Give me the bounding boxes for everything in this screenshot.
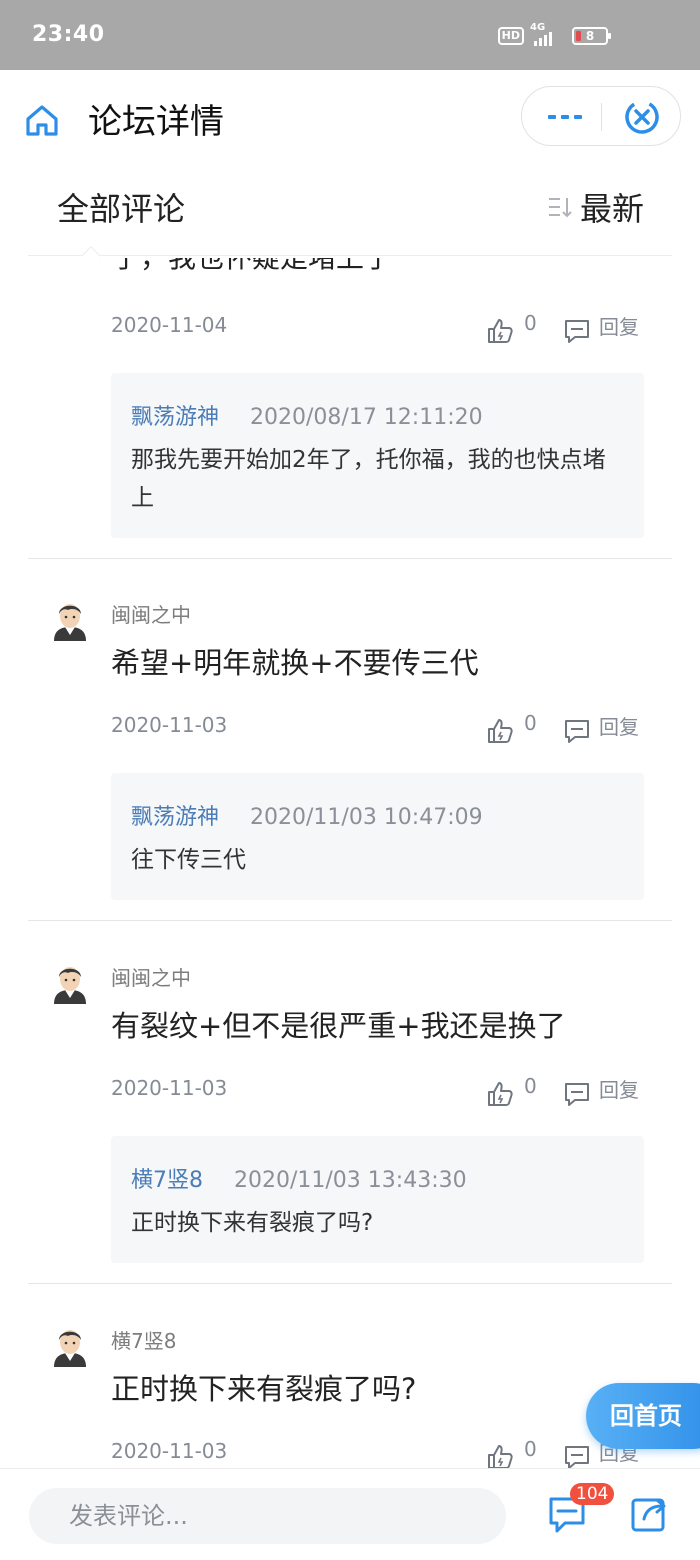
mini-program-capsule xyxy=(521,86,681,146)
nav-bar: 论坛详情 xyxy=(0,70,700,164)
capsule-divider xyxy=(601,103,602,131)
page-title: 论坛详情 xyxy=(88,102,224,142)
reply-text: 往下传三代 xyxy=(131,847,246,873)
reply-author[interactable]: 飘荡游神 xyxy=(131,405,219,430)
comment-divider xyxy=(28,1283,672,1284)
bottom-bar: 104 xyxy=(0,1468,700,1560)
like-count: 0 xyxy=(524,311,537,335)
comment-divider xyxy=(28,920,672,921)
reply-button[interactable]: 回复 xyxy=(563,1074,639,1108)
battery-level: 8 xyxy=(585,29,595,43)
share-icon[interactable] xyxy=(628,1491,672,1535)
comment-date: 2020-11-03 xyxy=(111,1076,228,1100)
comment-divider xyxy=(28,558,672,559)
thumbs-up-icon xyxy=(488,719,513,743)
thumbs-up-icon xyxy=(488,1082,513,1106)
signal-icon: 4G xyxy=(530,22,560,46)
all-comments-title: 全部评论 xyxy=(57,190,186,228)
sort-button[interactable]: 最新 xyxy=(546,184,644,230)
reply-header: 横7竖8 2020/11/03 13:43:30 xyxy=(131,1162,467,1194)
reply-author[interactable]: 横7竖8 xyxy=(131,1168,203,1193)
reply-text: 那我先要开始加2年了，托你福，我的也快点堵上 xyxy=(131,447,606,511)
reply-header: 飘荡游神 2020/08/17 12:11:20 xyxy=(131,399,483,431)
close-icon[interactable] xyxy=(622,97,662,137)
reply-icon xyxy=(565,720,589,743)
like-button[interactable]: 0 xyxy=(486,311,537,345)
comments-header: 全部评论 最新 xyxy=(0,164,700,266)
comment-input[interactable] xyxy=(29,1488,506,1544)
reply-icon xyxy=(565,320,589,343)
reply-button[interactable]: 回复 xyxy=(563,711,639,745)
like-count: 0 xyxy=(524,1437,537,1461)
comment-author[interactable]: 闽闽之中 xyxy=(111,599,191,628)
reply-time: 2020/11/03 13:43:30 xyxy=(234,1168,467,1193)
reply-text: 正时换下来有裂痕了吗? xyxy=(131,1210,374,1236)
comment-content: 正时换下来有裂痕了吗? xyxy=(111,1372,417,1406)
thumbs-up-icon xyxy=(488,319,513,343)
comment-content: 有裂纹+但不是很严重+我还是换了 xyxy=(111,1009,566,1043)
reply-button[interactable]: 回复 xyxy=(563,311,639,345)
like-count: 0 xyxy=(524,1074,537,1098)
comment-count-badge: 104 xyxy=(570,1483,615,1505)
status-icons: HD 4G 8 xyxy=(497,22,611,46)
reply-label: 回复 xyxy=(599,1078,639,1102)
more-icon[interactable] xyxy=(544,103,586,131)
sort-label: 最新 xyxy=(579,190,644,228)
status-time: 23:40 xyxy=(32,22,105,47)
status-bar: 23:40 HD 4G 8 xyxy=(0,0,700,70)
back-to-home-button[interactable]: 回首页 xyxy=(586,1383,700,1449)
reply-time: 2020/08/17 12:11:20 xyxy=(250,405,483,430)
comment-author[interactable]: 闽闽之中 xyxy=(111,962,191,991)
sort-icon xyxy=(548,198,572,218)
avatar[interactable] xyxy=(50,597,90,641)
header-divider xyxy=(28,255,672,256)
like-button[interactable]: 0 xyxy=(486,1074,537,1108)
reply-author[interactable]: 飘荡游神 xyxy=(131,805,219,830)
like-count: 0 xyxy=(524,711,537,735)
reply-icon xyxy=(565,1446,589,1469)
reply-box[interactable]: 横7竖8 2020/11/03 13:43:30 正时换下来有裂痕了吗? xyxy=(111,1136,644,1263)
reply-label: 回复 xyxy=(599,315,639,339)
battery-icon: 8 xyxy=(572,27,611,45)
reply-header: 飘荡游神 2020/11/03 10:47:09 xyxy=(131,799,483,831)
reply-time: 2020/11/03 10:47:09 xyxy=(250,805,483,830)
like-button[interactable]: 0 xyxy=(486,1437,537,1471)
thumbs-up-icon xyxy=(488,1445,513,1469)
comment-date: 2020-11-03 xyxy=(111,1439,228,1463)
tab-caret xyxy=(81,246,101,266)
reply-box[interactable]: 飘荡游神 2020/08/17 12:11:20 那我先要开始加2年了，托你福，… xyxy=(111,373,644,538)
reply-icon xyxy=(565,1083,589,1106)
comment-date: 2020-11-03 xyxy=(111,713,228,737)
comment-content: 希望+明年就换+不要传三代 xyxy=(111,646,479,680)
like-button[interactable]: 0 xyxy=(486,711,537,745)
partial-comment-content: 了，我也怀疑是堵上了 xyxy=(112,258,392,278)
comment-author[interactable]: 横7竖8 xyxy=(111,1325,176,1354)
reply-label: 回复 xyxy=(599,715,639,739)
home-icon[interactable] xyxy=(22,100,62,140)
avatar[interactable] xyxy=(50,960,90,1004)
avatar[interactable] xyxy=(50,1323,90,1367)
reply-box[interactable]: 飘荡游神 2020/11/03 10:47:09 往下传三代 xyxy=(111,773,644,900)
hd-icon: HD xyxy=(497,27,524,45)
comment-date: 2020-11-04 xyxy=(111,313,228,337)
